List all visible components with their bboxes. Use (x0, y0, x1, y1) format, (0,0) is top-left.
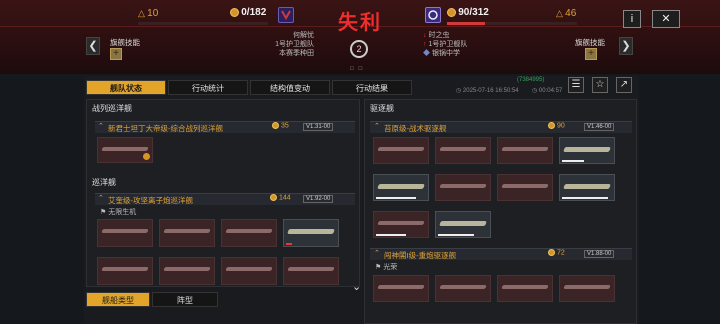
tab-ship-type[interactable]: 舰船类型 (86, 292, 150, 307)
right-level: △ 46 (556, 8, 577, 19)
ship-name: 新君士坦丁大帝级-综合战列巡洋舰 (108, 124, 223, 133)
battle-result-title: 失利 (338, 12, 382, 34)
coin-icon (230, 8, 239, 18)
ship-count: 35 (272, 122, 289, 129)
flagship-skill-left-label: 旗舰技能 (110, 38, 140, 47)
info-button[interactable]: i (623, 10, 641, 28)
ship-card[interactable] (559, 275, 615, 302)
ship-card[interactable] (221, 257, 277, 285)
tab-action-result[interactable]: 行动结果 (332, 80, 412, 95)
ship-card[interactable] (97, 137, 153, 163)
ship-card[interactable] (497, 275, 553, 302)
version-badge: V1.46-00 (584, 123, 615, 131)
ship-card[interactable] (373, 275, 429, 302)
share-icon[interactable]: ↗ (616, 77, 632, 93)
left-points-bar (138, 22, 268, 25)
ship-card[interactable] (97, 219, 153, 247)
collapse-icon[interactable]: ⌃ (374, 122, 380, 130)
ship-count: 144 (270, 194, 291, 201)
right-fleet-name: ↑ 1号护卫舰队 (423, 41, 468, 48)
next-button[interactable]: ❯ (619, 37, 633, 55)
ship-card[interactable] (373, 137, 429, 164)
flagship-skill-right-label: 旗舰技能 (575, 38, 605, 47)
battle-id: (7384995) (517, 77, 545, 83)
left-level: △ 10 (138, 8, 159, 19)
ship-card[interactable] (497, 137, 553, 164)
log-icon[interactable]: ☰ (568, 77, 584, 93)
ship-card[interactable] (497, 174, 553, 201)
ship-card[interactable] (435, 137, 491, 164)
ship-card[interactable] (435, 275, 491, 302)
left-commander-name: 何解忧 (293, 32, 314, 39)
ship-card[interactable] (435, 211, 491, 238)
ship-card[interactable] (97, 257, 153, 285)
flagship-skill-right-slot[interactable]: + (585, 48, 597, 60)
tab-formation[interactable]: 阵型 (152, 292, 218, 307)
section-title-destroyer: 驱逐舰 (370, 104, 394, 113)
ship-trait: ⚑ 光荣 (375, 264, 398, 271)
version-badge: V1.31-00 (303, 123, 334, 131)
right-level-value: 46 (565, 8, 577, 19)
round-indicator: 2 (350, 40, 368, 58)
right-points: 90/312 (447, 7, 489, 18)
left-fleet-note: 本赛季种田 (279, 50, 314, 57)
ship-card[interactable] (283, 257, 339, 285)
left-points-value: 0/182 (241, 7, 267, 18)
ship-card[interactable] (283, 219, 339, 247)
ship-card[interactable] (373, 211, 429, 238)
left-level-value: 10 (147, 8, 159, 19)
ship-trait: ⚑ 无限生机 (100, 209, 137, 216)
right-fleet-info: ↓ 时之虫 ↑ 1号护卫舰队 ◆ 银锅中学 (423, 31, 503, 58)
ship-card[interactable] (373, 174, 429, 201)
ship-card[interactable] (559, 137, 615, 164)
collapse-icon[interactable]: ⌃ (98, 194, 104, 202)
ship-card[interactable] (559, 174, 615, 201)
flagship-skill-left-slot[interactable]: + (110, 48, 122, 60)
collapse-icon[interactable]: ⌃ (98, 122, 104, 130)
collapse-icon[interactable]: ⌃ (374, 249, 380, 257)
left-points: 0/182 (230, 7, 266, 18)
ship-count: 90 (548, 122, 565, 129)
version-badge: V1.92-00 (303, 195, 334, 203)
commander-icon (143, 153, 150, 160)
section-title-cruiser: 巡洋舰 (92, 178, 116, 187)
prev-button[interactable]: ❮ (86, 37, 100, 55)
ship-count: 72 (548, 249, 565, 256)
page-dots: □ □ (350, 66, 363, 72)
close-button[interactable]: ✕ (652, 10, 680, 28)
ship-name: 闯神閣I级-重炮驱逐舰 (384, 251, 457, 260)
left-fleet-name: 1号护卫舰队 (275, 41, 314, 48)
ship-card[interactable] (221, 219, 277, 247)
star-icon[interactable]: ☆ (592, 77, 608, 93)
right-points-value: 90/312 (458, 7, 489, 18)
right-points-bar (447, 22, 577, 25)
right-fleet-emblem (425, 7, 441, 23)
section-title-battlecruiser: 战列巡洋舰 (92, 104, 132, 113)
scroll-down-icon[interactable]: ⌄ (352, 280, 361, 293)
left-fleet-info: 何解忧 1号护卫舰队 本赛季种田 (244, 31, 314, 58)
battle-duration: ◷ 00:04:57 (532, 88, 563, 94)
left-fleet-emblem (278, 7, 294, 23)
ship-name: 艾奎级-攻坚离子炮巡洋舰 (108, 196, 193, 205)
tab-structure-change[interactable]: 结构值变动 (250, 80, 330, 95)
ship-name: 苔原级-战术驱逐舰 (384, 124, 447, 133)
ship-card[interactable] (159, 257, 215, 285)
ship-card[interactable] (435, 174, 491, 201)
right-commander-name: ↓ 时之虫 (423, 32, 450, 39)
right-fleet-note: ◆ 银锅中学 (423, 50, 460, 57)
tab-action-stats[interactable]: 行动统计 (168, 80, 248, 95)
tab-fleet-status[interactable]: 舰队状态 (86, 80, 166, 95)
version-badge: V1.88-00 (584, 250, 615, 258)
ship-card[interactable] (159, 219, 215, 247)
battle-timestamp: ◷ 2025-07-16 16:50:54 (456, 88, 519, 94)
coin-icon (447, 8, 456, 18)
